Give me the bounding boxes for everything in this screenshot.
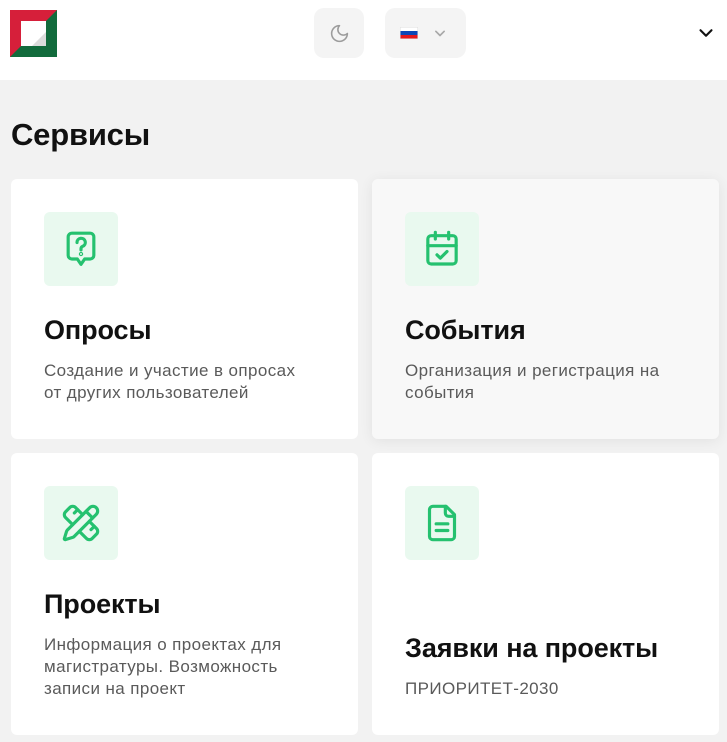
service-description: Организация и регистрация на события [405,361,660,402]
document-icon [427,504,457,542]
logo[interactable] [10,10,57,57]
moon-icon [330,24,348,42]
page-title: Сервисы [11,117,150,152]
service-icon-box [44,212,118,286]
chevron-down-icon [435,30,445,37]
top-bar [0,0,727,80]
service-icon-box [405,486,479,560]
service-text: Проекты Информация о проектах для магист… [44,587,325,700]
service-card-project-applications[interactable]: Заявки на проекты ПРИОРИТЕТ-2030 [372,453,719,735]
pencil-ruler-icon [62,504,100,542]
services-grid: Опросы Создание и участие в опросах от д… [11,179,719,735]
service-title: Опросы [44,315,152,345]
service-card-projects[interactable]: Проекты Информация о проектах для магист… [11,453,358,735]
service-title: События [405,315,526,345]
calendar-check-icon [426,230,458,266]
service-text: Опросы Создание и участие в опросах от д… [44,313,325,404]
services-section: Сервисы Опросы Создание и участие в опро… [0,80,727,735]
service-description: Информация о проектах для магистратуры. … [44,635,282,698]
service-title: Заявки на проекты [405,633,659,663]
service-description: Создание и участие в опросах от других п… [44,361,296,402]
service-text: События Организация и регистрация на соб… [405,313,686,404]
service-card-events[interactable]: События Организация и регистрация на соб… [372,179,719,439]
service-text: Заявки на проекты ПРИОРИТЕТ-2030 [405,631,686,700]
service-icon-box [405,212,479,286]
question-bubble-icon [66,231,96,266]
theme-toggle-button[interactable] [314,8,364,58]
menu-chevron-down-icon[interactable] [695,22,717,44]
language-selector[interactable] [385,8,466,58]
service-icon-box [44,486,118,560]
service-description: ПРИОРИТЕТ-2030 [405,679,559,698]
service-title: Проекты [44,589,161,619]
russia-flag-icon [400,27,418,39]
service-card-polls[interactable]: Опросы Создание и участие в опросах от д… [11,179,358,439]
